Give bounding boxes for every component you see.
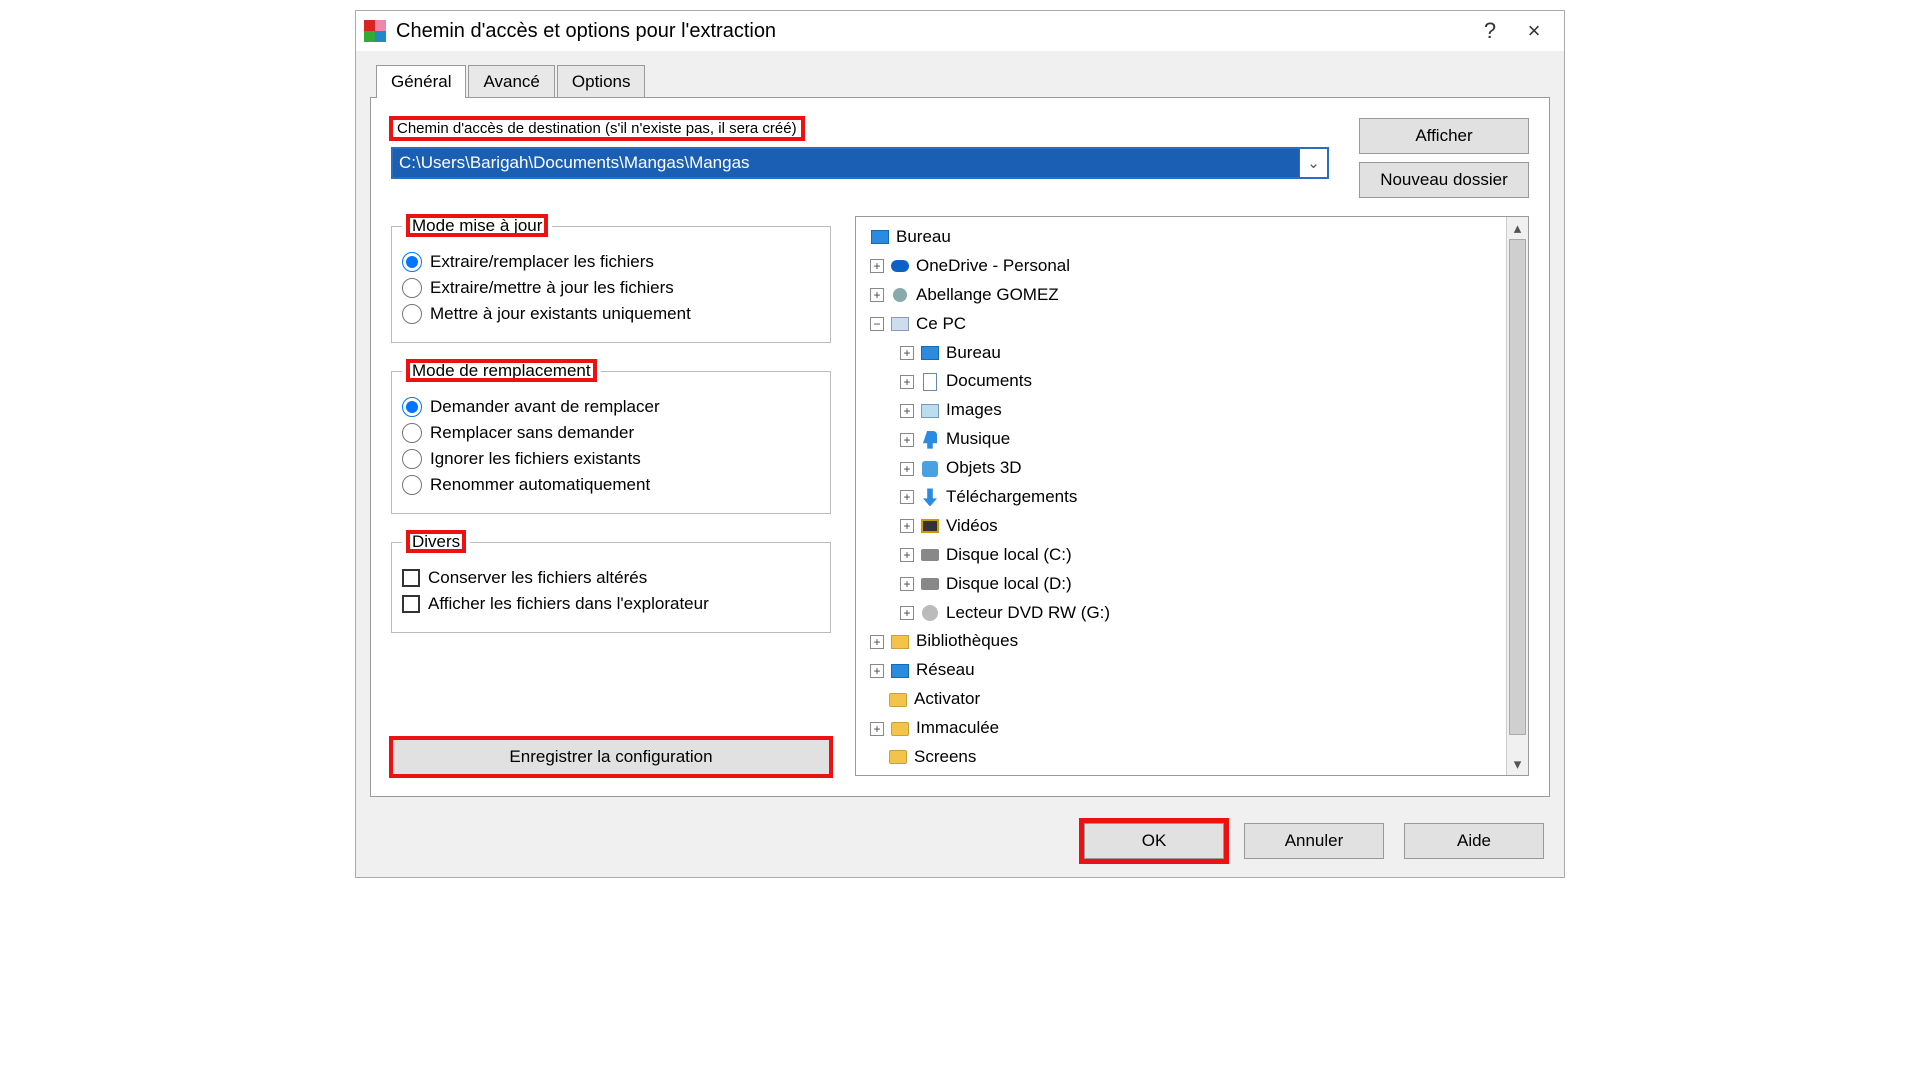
- scroll-up-icon[interactable]: ▴: [1507, 217, 1528, 239]
- expand-icon[interactable]: +: [870, 259, 884, 273]
- close-button[interactable]: ×: [1512, 18, 1556, 44]
- extraction-dialog: Chemin d'accès et options pour l'extract…: [355, 10, 1565, 878]
- tab-advanced[interactable]: Avancé: [468, 65, 554, 98]
- expand-icon[interactable]: +: [900, 346, 914, 360]
- tree-node-activator[interactable]: Activator: [860, 685, 1502, 714]
- checkbox-show-explorer[interactable]: [402, 595, 420, 613]
- destination-path-dropdown[interactable]: ⌄: [1299, 149, 1327, 177]
- expand-icon[interactable]: +: [900, 577, 914, 591]
- tab-general[interactable]: Général: [376, 65, 466, 98]
- tree-scrollbar[interactable]: ▴ ▾: [1506, 217, 1528, 775]
- misc-keep-broken[interactable]: Conserver les fichiers altérés: [402, 568, 820, 588]
- overwrite-mode-legend: Mode de remplacement: [408, 361, 595, 380]
- tree-node-screens[interactable]: Screens: [860, 743, 1502, 772]
- window-title: Chemin d'accès et options pour l'extract…: [396, 20, 1468, 43]
- misc-show-explorer[interactable]: Afficher les fichiers dans l'explorateur: [402, 594, 820, 614]
- overwrite-opt-ask[interactable]: Demander avant de remplacer: [402, 397, 820, 417]
- tree-node-pc-disk-c[interactable]: +Disque local (C:): [860, 541, 1502, 570]
- tree-node-pc-images[interactable]: +Images: [860, 396, 1502, 425]
- expand-icon[interactable]: +: [870, 664, 884, 678]
- ok-button[interactable]: OK: [1084, 823, 1224, 859]
- overwrite-opt-replace[interactable]: Remplacer sans demander: [402, 423, 820, 443]
- destination-path-combo[interactable]: ⌄: [391, 147, 1329, 179]
- tree-node-network[interactable]: +Réseau: [860, 656, 1502, 685]
- update-mode-group: Mode mise à jour Extraire/remplacer les …: [391, 216, 831, 343]
- expand-icon[interactable]: +: [870, 288, 884, 302]
- tree-node-pc-dvd-g[interactable]: +Lecteur DVD RW (G:): [860, 599, 1502, 628]
- radio-extract-update[interactable]: [402, 278, 422, 298]
- radio-ask-overwrite[interactable]: [402, 397, 422, 417]
- tree-node-pc-bureau[interactable]: +Bureau: [860, 339, 1502, 368]
- collapse-icon[interactable]: −: [870, 317, 884, 331]
- tabs: Général Avancé Options: [376, 65, 1550, 98]
- help-button[interactable]: ?: [1468, 18, 1512, 44]
- misc-legend: Divers: [408, 532, 464, 551]
- tree-node-immaculee[interactable]: +Immaculée: [860, 714, 1502, 743]
- tree-node-pc-downloads[interactable]: +Téléchargements: [860, 483, 1502, 512]
- help-button-bottom[interactable]: Aide: [1404, 823, 1544, 859]
- update-mode-legend: Mode mise à jour: [408, 216, 546, 235]
- winrar-icon: [364, 20, 386, 42]
- update-opt-extract-update[interactable]: Extraire/mettre à jour les fichiers: [402, 278, 820, 298]
- tree-node-bureau[interactable]: Bureau: [860, 223, 1502, 252]
- radio-update-existing[interactable]: [402, 304, 422, 324]
- cancel-button[interactable]: Annuler: [1244, 823, 1384, 859]
- tree-node-thispc[interactable]: −Ce PC: [860, 310, 1502, 339]
- overwrite-opt-skip[interactable]: Ignorer les fichiers existants: [402, 449, 820, 469]
- expand-icon[interactable]: +: [870, 722, 884, 736]
- radio-extract-replace[interactable]: [402, 252, 422, 272]
- expand-icon[interactable]: +: [900, 404, 914, 418]
- destination-path-input[interactable]: [393, 149, 1299, 177]
- misc-group: Divers Conserver les fichiers altérés Af…: [391, 532, 831, 633]
- expand-icon[interactable]: +: [900, 375, 914, 389]
- expand-icon[interactable]: +: [900, 462, 914, 476]
- tab-panel-general: Chemin d'accès de destination (s'il n'ex…: [370, 97, 1550, 797]
- destination-label: Chemin d'accès de destination (s'il n'ex…: [391, 118, 803, 139]
- tree-node-onedrive[interactable]: +OneDrive - Personal: [860, 252, 1502, 281]
- overwrite-opt-rename[interactable]: Renommer automatiquement: [402, 475, 820, 495]
- radio-replace-noask[interactable]: [402, 423, 422, 443]
- update-opt-extract-replace[interactable]: Extraire/remplacer les fichiers: [402, 252, 820, 272]
- tree-node-libraries[interactable]: +Bibliothèques: [860, 627, 1502, 656]
- overwrite-mode-group: Mode de remplacement Demander avant de r…: [391, 361, 831, 514]
- expand-icon[interactable]: +: [900, 548, 914, 562]
- tree-node-user[interactable]: +Abellange GOMEZ: [860, 281, 1502, 310]
- save-config-button[interactable]: Enregistrer la configuration: [391, 738, 831, 776]
- expand-icon[interactable]: +: [870, 635, 884, 649]
- scroll-down-icon[interactable]: ▾: [1507, 753, 1528, 775]
- folder-tree-panel: Bureau +OneDrive - Personal +Abellange G…: [855, 216, 1529, 776]
- folder-tree[interactable]: Bureau +OneDrive - Personal +Abellange G…: [856, 217, 1506, 775]
- new-folder-button[interactable]: Nouveau dossier: [1359, 162, 1529, 198]
- display-button[interactable]: Afficher: [1359, 118, 1529, 154]
- dialog-button-bar: OK Annuler Aide: [356, 807, 1564, 877]
- radio-rename-auto[interactable]: [402, 475, 422, 495]
- tab-options[interactable]: Options: [557, 65, 646, 98]
- checkbox-keep-broken[interactable]: [402, 569, 420, 587]
- titlebar: Chemin d'accès et options pour l'extract…: [356, 11, 1564, 51]
- tree-node-pc-3d[interactable]: +Objets 3D: [860, 454, 1502, 483]
- update-opt-update-existing[interactable]: Mettre à jour existants uniquement: [402, 304, 820, 324]
- expand-icon[interactable]: +: [900, 606, 914, 620]
- scroll-thumb[interactable]: [1509, 239, 1526, 735]
- expand-icon[interactable]: +: [900, 519, 914, 533]
- tree-node-pc-music[interactable]: +Musique: [860, 425, 1502, 454]
- expand-icon[interactable]: +: [900, 490, 914, 504]
- expand-icon[interactable]: +: [900, 433, 914, 447]
- tree-node-pc-videos[interactable]: +Vidéos: [860, 512, 1502, 541]
- radio-skip-existing[interactable]: [402, 449, 422, 469]
- tree-node-pc-documents[interactable]: +Documents: [860, 367, 1502, 396]
- tree-node-pc-disk-d[interactable]: +Disque local (D:): [860, 570, 1502, 599]
